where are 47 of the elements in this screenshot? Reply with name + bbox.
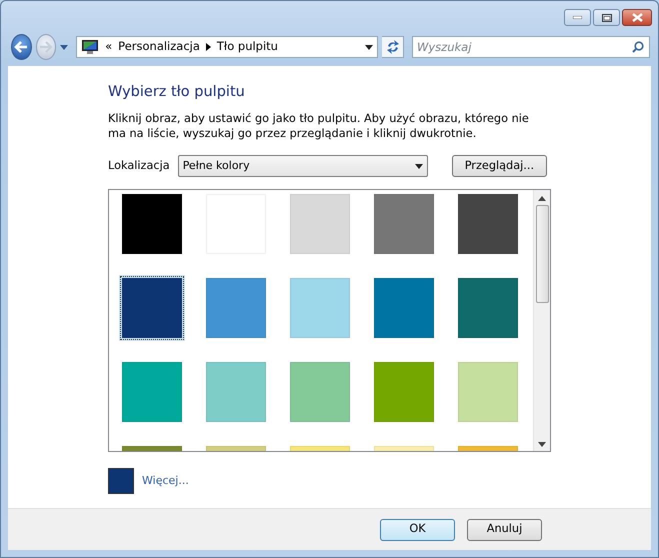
breadcrumb-arrow-icon[interactable] (206, 43, 211, 51)
refresh-button[interactable] (382, 36, 404, 58)
color-swatch[interactable] (374, 278, 434, 338)
dropdown-arrow-icon (414, 164, 423, 169)
color-swatch[interactable] (458, 194, 518, 254)
scroll-down-icon[interactable] (538, 442, 546, 448)
dropdown-arrow-icon[interactable] (365, 44, 374, 50)
maximize-button[interactable] (593, 9, 620, 26)
address-bar[interactable]: « Personalizacja Tło pulpitu (76, 36, 378, 58)
scrollbar[interactable] (533, 190, 550, 452)
minimize-button[interactable] (564, 9, 591, 26)
location-label: Lokalizacja (108, 158, 170, 174)
breadcrumb-item[interactable]: Personalizacja (118, 38, 200, 56)
page-heading: Wybierz tło pulpitu (108, 84, 246, 102)
color-swatch[interactable] (458, 362, 518, 422)
more-link[interactable]: Więcej... (142, 473, 189, 490)
recent-pages-icon[interactable] (60, 44, 68, 50)
back-arrow-icon (14, 41, 28, 53)
refresh-arrows-icon (384, 40, 401, 54)
color-swatch[interactable] (374, 362, 434, 422)
back-button[interactable] (11, 34, 32, 60)
search-icon[interactable] (632, 41, 644, 53)
color-swatch[interactable] (458, 278, 518, 338)
color-swatch[interactable] (374, 194, 434, 254)
search-field[interactable]: Wyszukaj (412, 36, 650, 58)
scroll-up-icon[interactable] (538, 196, 546, 202)
color-swatch[interactable] (122, 278, 182, 338)
monitor-icon (81, 39, 100, 55)
color-swatch[interactable] (290, 194, 350, 254)
cancel-button[interactable]: Anuluj (467, 518, 542, 540)
browse-button[interactable]: Przeglądaj... (452, 155, 548, 178)
color-swatch[interactable] (122, 362, 182, 422)
description-text: Kliknij obraz, aby ustawić go jako tło pulpitu. Aby użyć obrazu, którego nie ma na liście, wyszukaj go przez przeglądanie i kliknij dwukrotnie. (108, 111, 530, 142)
forward-arrow-icon (38, 41, 53, 53)
overflow-chevron[interactable]: « (105, 38, 112, 56)
minimize-icon (573, 16, 582, 19)
color-swatch[interactable] (206, 278, 266, 338)
color-swatch[interactable] (290, 362, 350, 422)
color-swatch[interactable] (122, 194, 182, 254)
ok-button[interactable]: OK (380, 518, 455, 540)
maximize-icon (602, 14, 612, 22)
breadcrumb-item[interactable]: Tło pulpitu (216, 38, 278, 56)
color-swatch[interactable] (206, 362, 266, 422)
close-button[interactable] (622, 9, 652, 26)
close-icon (632, 13, 642, 22)
color-swatch[interactable] (290, 278, 350, 338)
location-dropdown[interactable]: Pełne kolory (178, 155, 428, 178)
